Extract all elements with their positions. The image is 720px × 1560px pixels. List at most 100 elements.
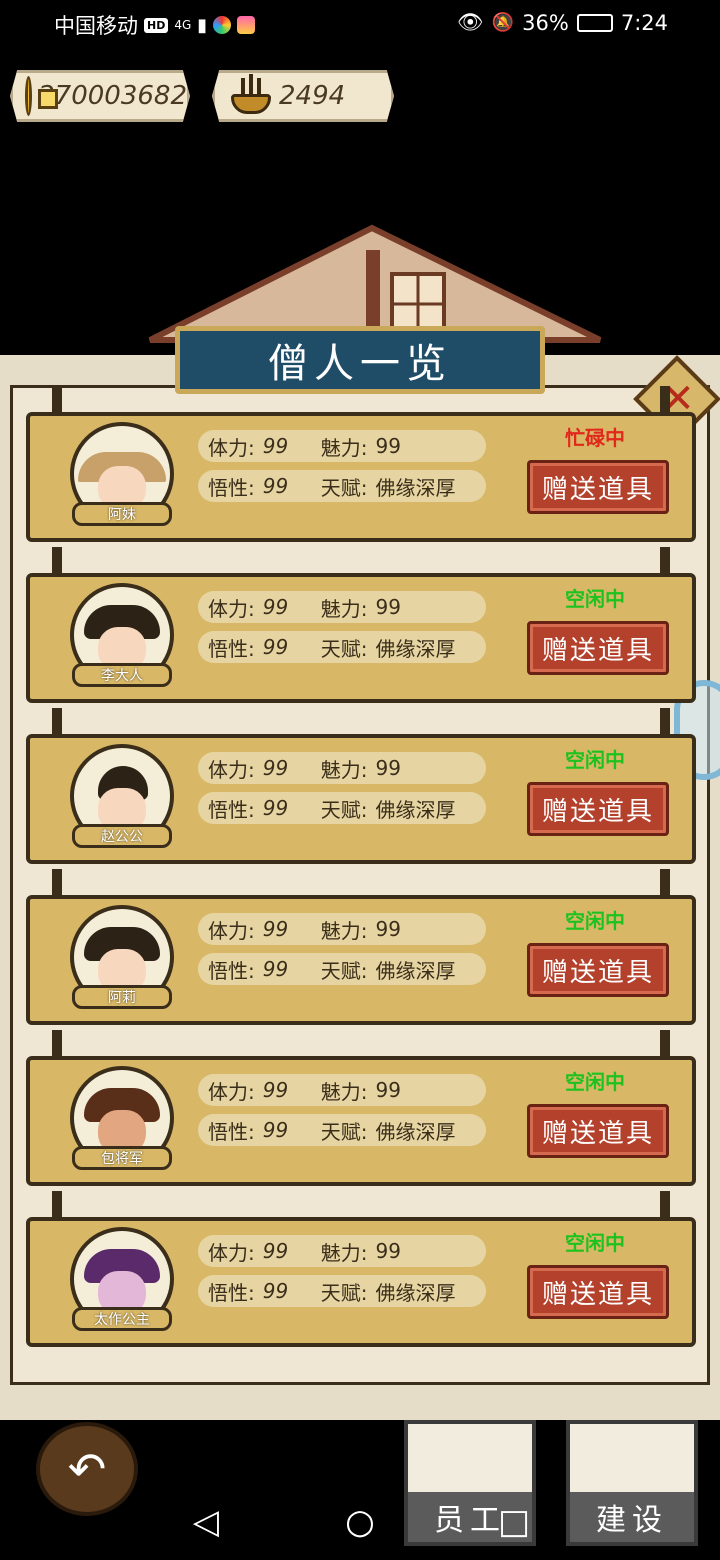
charm-value: 99 xyxy=(375,1239,401,1263)
monk-card: 太作公主 体力: 99 魅力: 99 悟性: 99 天赋: 佛缘深厚 空闲中 赠送道具 xyxy=(26,1191,696,1347)
gift-item-button[interactable]: 赠送道具 xyxy=(527,460,669,514)
monk-stats: 体力: 99 魅力: 99 悟性: 99 天赋: 佛缘深厚 xyxy=(198,913,486,993)
gift-item-button[interactable]: 赠送道具 xyxy=(527,943,669,997)
nav-back-button[interactable]: ◁ xyxy=(186,1500,226,1544)
stamina-label: 体力: xyxy=(208,1240,255,1265)
monk-card: 阿莉 体力: 99 魅力: 99 悟性: 99 天赋: 佛缘深厚 空闲中 赠送道具 xyxy=(26,869,696,1025)
build-tab-button[interactable]: 建设 xyxy=(566,1420,698,1546)
monk-card: 李大人 体力: 99 魅力: 99 悟性: 99 天赋: 佛缘深厚 空闲中 赠送道具 xyxy=(26,547,696,703)
monk-stats: 体力: 99 魅力: 99 悟性: 99 天赋: 佛缘深厚 xyxy=(198,1235,486,1315)
wisdom-value: 99 xyxy=(262,957,289,981)
monk-status: 空闲中 xyxy=(565,748,625,772)
talent-label: 天赋: xyxy=(320,958,368,983)
charm-label: 魅力: xyxy=(320,757,368,782)
hd-badge: HD xyxy=(144,17,169,33)
talent-value: 佛缘深厚 xyxy=(375,958,456,983)
monk-card: 包将军 体力: 99 魅力: 99 悟性: 99 天赋: 佛缘深厚 空闲中 赠送道具 xyxy=(26,1030,696,1186)
battery-icon xyxy=(576,13,613,32)
stamina-label: 体力: xyxy=(208,596,255,621)
gift-item-button[interactable]: 赠送道具 xyxy=(527,1265,669,1319)
monk-status: 空闲中 xyxy=(565,587,625,611)
gift-item-button[interactable]: 赠送道具 xyxy=(527,782,669,836)
talent-label: 天赋: xyxy=(320,475,368,500)
coin-counter: 270003682 xyxy=(10,70,190,122)
monk-status: 空闲中 xyxy=(565,909,625,933)
talent-label: 天赋: xyxy=(320,1119,368,1144)
incense-counter: 2494 xyxy=(212,70,394,122)
charm-label: 魅力: xyxy=(320,435,368,460)
wisdom-value: 99 xyxy=(262,1279,289,1303)
monk-status: 忙碌中 xyxy=(565,426,625,450)
talent-value: 佛缘深厚 xyxy=(375,1119,456,1144)
build-tab-label: 建设 xyxy=(570,1492,694,1542)
monk-stats: 体力: 99 魅力: 99 悟性: 99 天赋: 佛缘深厚 xyxy=(198,591,486,671)
charm-value: 99 xyxy=(375,434,401,458)
monk-name: 包将军 xyxy=(72,1146,172,1170)
monk-card: 阿妹 体力: 99 魅力: 99 悟性: 99 天赋: 佛缘深厚 忙碌中 赠送道具 xyxy=(26,386,696,542)
nav-recent-button[interactable]: □ xyxy=(494,1500,534,1544)
hammer-shovel-icon xyxy=(570,1424,694,1498)
monk-stats: 体力: 99 魅力: 99 悟性: 99 天赋: 佛缘深厚 xyxy=(198,1074,486,1154)
wisdom-label: 悟性: xyxy=(208,475,255,500)
monk-name: 太作公主 xyxy=(72,1307,172,1331)
incense-burner-icon xyxy=(229,74,273,116)
stamina-label: 体力: xyxy=(208,435,255,460)
stamina-value: 99 xyxy=(262,1078,289,1102)
talent-label: 天赋: xyxy=(320,797,368,822)
app-icon-2 xyxy=(237,16,256,34)
wisdom-value: 99 xyxy=(262,635,289,659)
nav-home-button[interactable]: ○ xyxy=(340,1500,380,1544)
stamina-value: 99 xyxy=(262,917,289,941)
monk-card: 赵公公 体力: 99 魅力: 99 悟性: 99 天赋: 佛缘深厚 空闲中 赠送道具 xyxy=(26,708,696,864)
wisdom-label: 悟性: xyxy=(208,1119,255,1144)
wisdom-label: 悟性: xyxy=(208,797,255,822)
stamina-value: 99 xyxy=(262,1239,289,1263)
stamina-value: 99 xyxy=(262,756,289,780)
coin-icon xyxy=(25,76,59,116)
app-icon-1 xyxy=(213,16,232,34)
charm-value: 99 xyxy=(375,917,401,941)
wisdom-label: 悟性: xyxy=(208,1280,255,1305)
charm-label: 魅力: xyxy=(320,596,368,621)
battery-percent: 36% xyxy=(522,10,569,35)
monk-name: 赵公公 xyxy=(72,824,172,848)
talent-label: 天赋: xyxy=(320,1280,368,1305)
wisdom-value: 99 xyxy=(262,796,289,820)
monk-stats: 体力: 99 魅力: 99 悟性: 99 天赋: 佛缘深厚 xyxy=(198,752,486,832)
charm-value: 99 xyxy=(375,756,401,780)
stamina-label: 体力: xyxy=(208,1079,255,1104)
monk-name: 阿妹 xyxy=(72,502,172,526)
monk-stats: 体力: 99 魅力: 99 悟性: 99 天赋: 佛缘深厚 xyxy=(198,430,486,510)
monk-name: 阿莉 xyxy=(72,985,172,1009)
eye-icon: 👁 xyxy=(457,10,484,34)
charm-value: 99 xyxy=(375,595,401,619)
stamina-label: 体力: xyxy=(208,918,255,943)
panel-title: 僧人一览 xyxy=(268,341,452,387)
undo-arrow-icon: ↶ xyxy=(67,1442,107,1496)
coin-value: 270003682 xyxy=(38,81,187,111)
panel-title-banner: 僧人一览 xyxy=(175,326,545,394)
monk-status: 空闲中 xyxy=(565,1231,625,1255)
mute-bell-icon: 🔕 xyxy=(491,12,515,33)
stamina-value: 99 xyxy=(262,595,289,619)
monk-status: 空闲中 xyxy=(565,1070,625,1094)
talent-value: 佛缘深厚 xyxy=(375,475,456,500)
back-button[interactable]: ↶ xyxy=(36,1422,138,1516)
charm-value: 99 xyxy=(375,1078,401,1102)
talent-value: 佛缘深厚 xyxy=(375,1280,456,1305)
network-text: 4G xyxy=(174,18,192,32)
clock: 7:24 xyxy=(620,10,668,35)
talent-value: 佛缘深厚 xyxy=(375,797,456,822)
charm-label: 魅力: xyxy=(320,1240,368,1265)
stamina-value: 99 xyxy=(262,434,289,458)
signal-icon: ▮ xyxy=(197,14,208,36)
staff-figures-icon xyxy=(408,1424,532,1498)
talent-label: 天赋: xyxy=(320,636,368,661)
wisdom-value: 99 xyxy=(262,1118,289,1142)
gift-item-button[interactable]: 赠送道具 xyxy=(527,621,669,675)
carrier-text: 中国移动 xyxy=(54,14,138,38)
gift-item-button[interactable]: 赠送道具 xyxy=(527,1104,669,1158)
incense-value: 2494 xyxy=(279,81,346,111)
charm-label: 魅力: xyxy=(320,918,368,943)
stamina-label: 体力: xyxy=(208,757,255,782)
